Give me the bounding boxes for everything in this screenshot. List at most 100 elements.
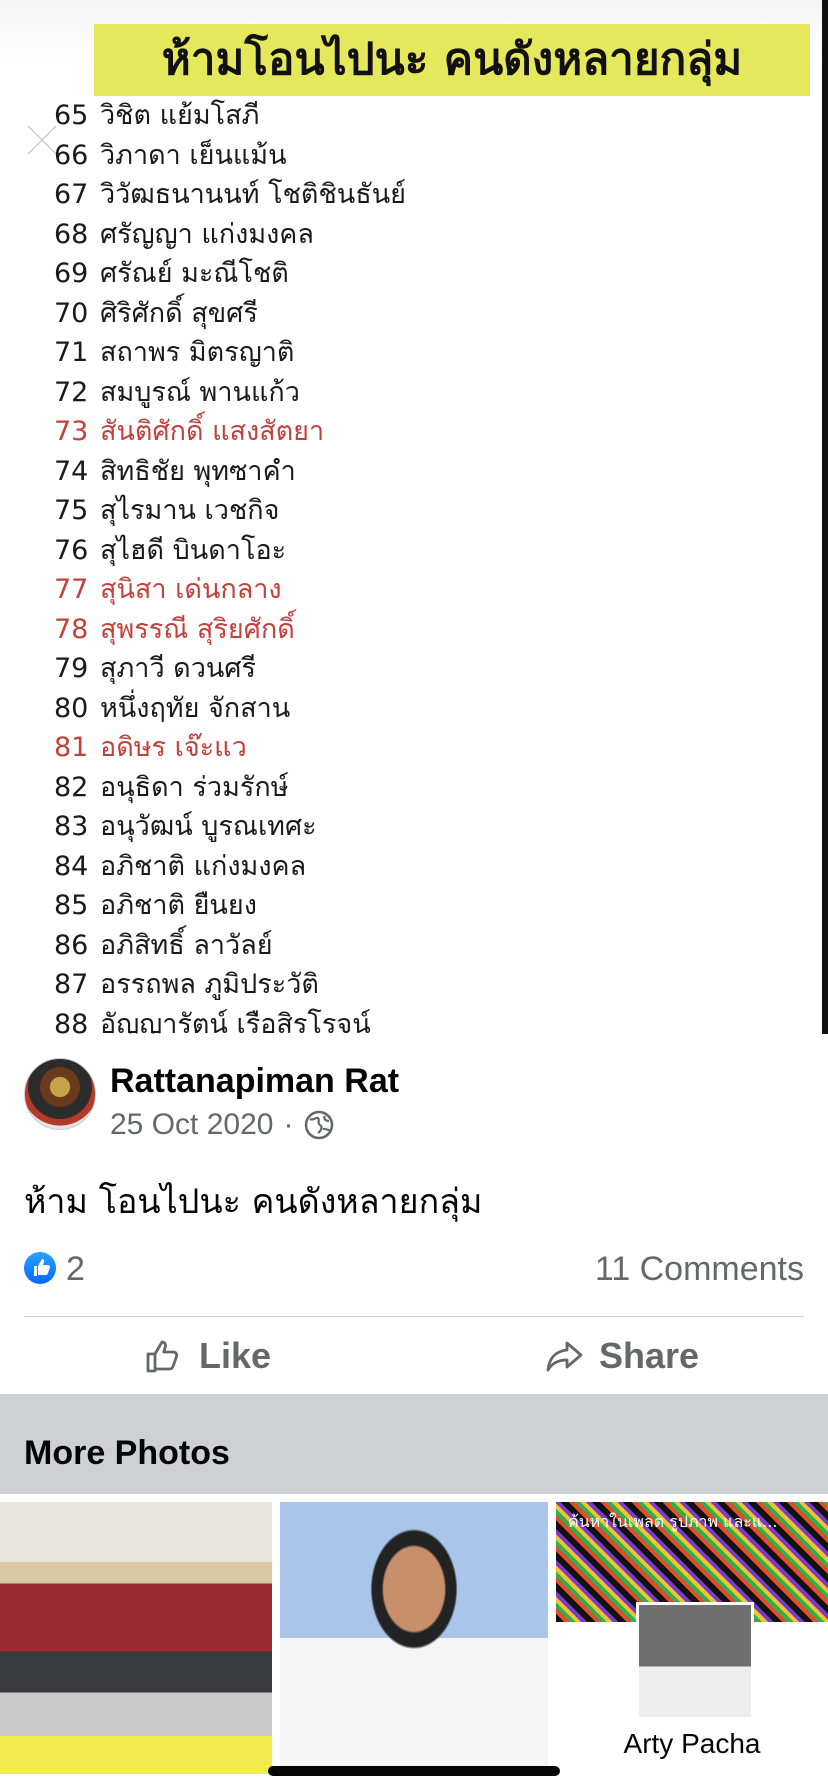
thumbnail-profile-photo [636, 1602, 754, 1720]
more-photos-title: More Photos [24, 1434, 230, 1472]
name-list-item: 81 อดิษร เจ๊ะแว [54, 728, 794, 768]
post-photo[interactable]: ห้ามโอนไปนะ คนดังหลายกลุ่ม 65 วิชิต แย้มโ… [0, 0, 828, 1034]
name-number: 88 [54, 1008, 89, 1035]
reactions-bar: 2 11 Comments [24, 1250, 804, 1290]
name-number: 87 [54, 969, 89, 1000]
name-number: 86 [54, 929, 89, 961]
name-text: วิภาดา เย็นแม้น [100, 139, 287, 171]
name-list-item: 68 ศรัญญา แก่งมงคล [54, 215, 794, 255]
name-text: ศิริศักดิ์ สุขศรี [100, 297, 258, 329]
name-list-item: 72 สมบูรณ์ พานแก้ว [54, 373, 794, 413]
more-photos-grid: ค้นหาในเพลต รูปภาพ และแ... Arty Pacha [0, 1502, 828, 1792]
name-text: สุภาวี ดวนศรี [100, 653, 256, 684]
name-number: 67 [54, 179, 89, 210]
like-reaction-icon[interactable] [24, 1252, 56, 1284]
name-text: สุนิสา เด่นกลาง [100, 574, 282, 605]
name-number: 70 [54, 297, 89, 329]
photo-thumbnail[interactable] [0, 1502, 272, 1774]
name-list-item: 80 หนึ่งฤทัย จักสาน [54, 689, 794, 729]
name-list-item: 79 สุภาวี ดวนศรี [54, 649, 794, 689]
name-list-item: 85 อภิชาติ ยืนยง [54, 886, 794, 926]
post-meta: 25 Oct 2020 · [110, 1108, 335, 1142]
photo-thumbnail[interactable] [280, 1502, 548, 1774]
name-list-item: 71 สถาพร มิตรญาติ [54, 333, 794, 373]
avatar[interactable] [24, 1058, 96, 1130]
name-text: อนุวัฒน์ บูรณเทศะ [100, 811, 317, 842]
name-list-item: 76 สุไฮดี บินดาโอะ [54, 531, 794, 571]
more-photos-header: More Photos [0, 1394, 828, 1494]
name-text: ศรัณย์ มะณีโชติ [100, 258, 289, 289]
name-list-item: 84 อภิชาติ แก่งมงคล [54, 847, 794, 887]
name-list-item: 66 วิภาดา เย็นแม้น [54, 136, 794, 176]
name-text: สถาพร มิตรญาติ [100, 337, 295, 368]
name-number: 79 [54, 653, 89, 684]
meta-separator: · [283, 1108, 294, 1141]
name-text: อภิชาติ แก่งมงคล [100, 850, 307, 882]
name-list-item: 88 อัญญารัตน์ เรือสิรโรจน์ [54, 1005, 794, 1035]
name-text: สิทธิชัย พุทซาคำ [100, 455, 296, 487]
name-text: อัญญารัตน์ เรือสิรโรจน์ [100, 1008, 371, 1035]
name-text: อภิสิทธิ์ ลาวัลย์ [100, 929, 273, 961]
name-number: 81 [54, 732, 89, 763]
name-text: วิวัฒธนานนท์ โชติชินธันย์ [100, 179, 407, 210]
name-list-item: 73 สันติศักดิ์ แสงสัตยา [54, 412, 794, 452]
like-count[interactable]: 2 [66, 1250, 85, 1289]
name-text: สันติศักดิ์ แสงสัตยา [100, 416, 325, 447]
name-text: อรรถพล ภูมิประวัติ [100, 969, 319, 1000]
post-date[interactable]: 25 Oct 2020 [110, 1108, 273, 1142]
name-list-item: 87 อรรถพล ภูมิประวัติ [54, 965, 794, 1005]
name-number: 78 [54, 613, 89, 645]
name-text: อนุธิดา ร่วมรักษ์ [100, 771, 289, 803]
names-list: 65 วิชิต แย้มโสภี 66 วิภาดา เย็นแม้น 67 วิวัฒ… [54, 96, 794, 1034]
name-list-item: 70 ศิริศักดิ์ สุขศรี [54, 294, 794, 334]
name-text: ศรัญญา แก่งมงคล [100, 218, 314, 250]
thumbnail-search-text: ค้นหาในเพลต รูปภาพ และแ... [568, 1512, 778, 1531]
name-list-item: 67 วิวัฒธนานนท์ โชติชินธันย์ [54, 175, 794, 215]
photo-thumbnail[interactable]: ค้นหาในเพลต รูปภาพ และแ... Arty Pacha [556, 1502, 828, 1774]
name-list-item: 78 สุพรรณี สุริยศักดิ์ [54, 610, 794, 650]
name-number: 74 [54, 455, 89, 487]
name-number: 75 [54, 495, 89, 526]
name-text: สมบูรณ์ พานแก้ว [100, 376, 300, 408]
post-header: Rattanapiman Rat 25 Oct 2020 · [0, 1034, 828, 1144]
home-indicator[interactable] [268, 1766, 560, 1776]
name-text: สุพรรณี สุริยศักดิ์ [100, 613, 295, 645]
name-list-item: 65 วิชิต แย้มโสภี [54, 96, 794, 136]
name-number: 82 [54, 771, 89, 803]
name-number: 77 [54, 574, 89, 605]
share-button[interactable]: Share [414, 1318, 828, 1394]
like-label: Like [198, 1335, 272, 1376]
name-text: วิชิต แย้มโสภี [100, 100, 260, 131]
name-number: 76 [54, 534, 89, 566]
name-text: หนึ่งฤทัย จักสาน [100, 692, 291, 724]
name-text: สุไรมาน เวชกิจ [100, 495, 280, 526]
name-text: อดิษร เจ๊ะแว [100, 732, 247, 763]
name-number: 84 [54, 850, 89, 882]
author-name[interactable]: Rattanapiman Rat [110, 1062, 399, 1101]
name-number: 73 [54, 416, 89, 447]
name-number: 85 [54, 890, 89, 921]
post-caption: ห้าม โอนไปนะ คนดังหลายกลุ่ม [24, 1182, 483, 1222]
name-number: 83 [54, 811, 89, 842]
photo-border [822, 0, 828, 1034]
name-number: 66 [54, 139, 89, 171]
name-number: 80 [54, 692, 89, 724]
name-number: 71 [54, 337, 89, 368]
share-arrow-icon [546, 1341, 583, 1372]
name-number: 68 [54, 218, 89, 250]
name-number: 69 [54, 258, 89, 289]
name-list-item: 82 อนุธิดา ร่วมรักษ์ [54, 768, 794, 808]
like-button[interactable]: Like [0, 1318, 414, 1394]
comments-count[interactable]: 11 Comments [595, 1250, 804, 1289]
name-number: 72 [54, 376, 89, 408]
name-list-item: 83 อนุวัฒน์ บูรณเทศะ [54, 807, 794, 847]
name-list-item: 77 สุนิสา เด่นกลาง [54, 570, 794, 610]
name-list-item: 69 ศรัณย์ มะณีโชติ [54, 254, 794, 294]
divider [24, 1316, 804, 1317]
name-text: อภิชาติ ยืนยง [100, 890, 257, 921]
globe-icon [305, 1110, 334, 1140]
name-number: 65 [54, 100, 89, 131]
name-list-item: 86 อภิสิทธิ์ ลาวัลย์ [54, 926, 794, 966]
photo-title-banner: ห้ามโอนไปนะ คนดังหลายกลุ่ม [94, 24, 810, 96]
name-text: สุไฮดี บินดาโอะ [100, 534, 287, 566]
